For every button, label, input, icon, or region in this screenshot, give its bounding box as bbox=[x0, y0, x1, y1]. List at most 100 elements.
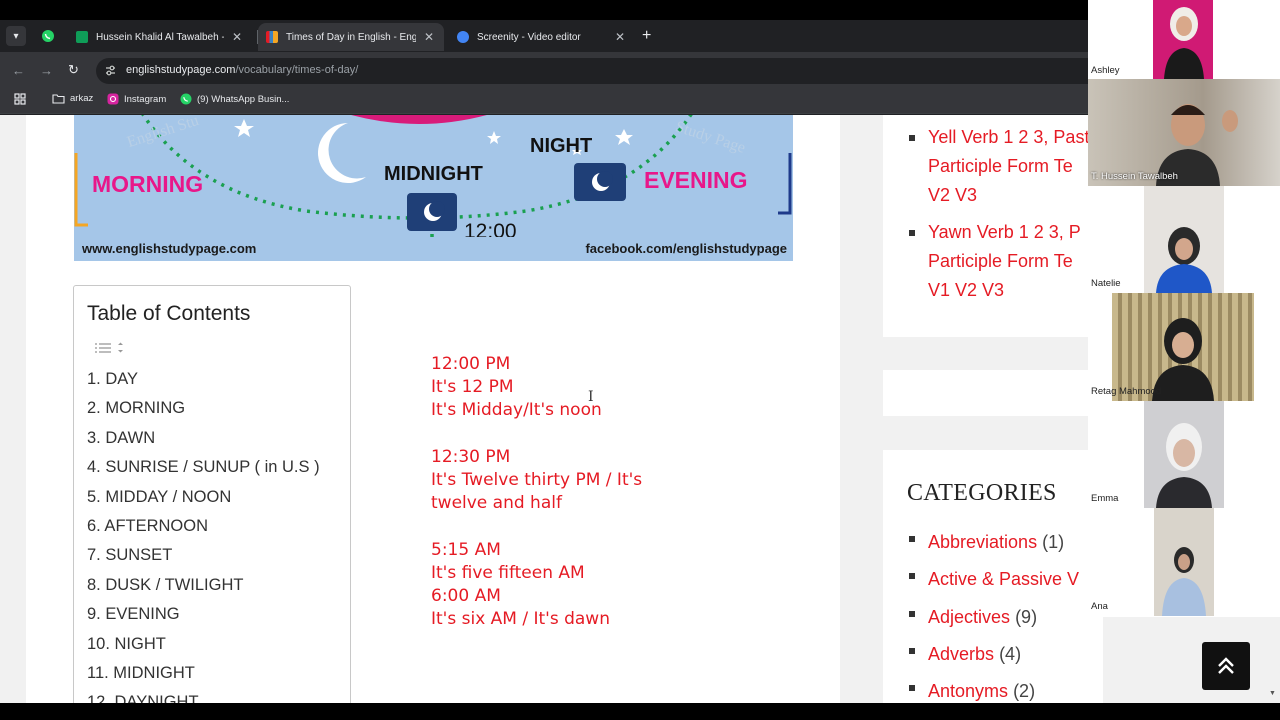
post-line: Yawn Verb 1 2 3, P bbox=[928, 222, 1081, 242]
participant-tile-hussein[interactable]: T. Hussein Tawalbeh bbox=[1088, 79, 1280, 186]
category-count: (2) bbox=[1013, 681, 1036, 702]
bookmark-instagram[interactable]: Instagram bbox=[107, 93, 166, 105]
infographic-footer: www.englishstudypage.com facebook.com/en… bbox=[74, 237, 793, 261]
video-call-panel: Ashley T. Hussein Tawalbeh Natelie Retag… bbox=[1088, 0, 1280, 617]
whatsapp-icon bbox=[180, 93, 192, 105]
time-line: 12:30 PM bbox=[431, 446, 511, 467]
tab-1[interactable]: Hussein Khalid Al Tawalbeh - Go ✕ bbox=[68, 24, 252, 50]
google-sheets-icon bbox=[76, 31, 88, 43]
new-tab-button[interactable]: + bbox=[642, 27, 651, 45]
participant-tile-ana[interactable]: Ana bbox=[1088, 508, 1280, 616]
participant-tile-retag[interactable]: Retag Mahmood bbox=[1088, 293, 1280, 401]
toc-title: Table of Contents bbox=[87, 302, 251, 325]
url-text[interactable]: englishstudypage.com/vocabulary/times-of… bbox=[126, 64, 358, 76]
category-count: (4) bbox=[999, 643, 1022, 664]
category-name: Active & Passive V bbox=[928, 569, 1080, 590]
pinned-tab-whatsapp[interactable] bbox=[38, 26, 58, 46]
participant-tile-ashley[interactable]: Ashley bbox=[1088, 0, 1280, 79]
toc-item-night[interactable]: 10. NIGHT bbox=[87, 635, 320, 664]
forward-arrow-icon[interactable]: → bbox=[40, 63, 53, 78]
person-silhouette bbox=[1164, 7, 1204, 79]
time-line: 6:00 AM bbox=[431, 585, 501, 606]
categories-list: Abbreviations (1) Active & Passive V Adj… bbox=[909, 524, 1079, 703]
title-bar bbox=[0, 0, 1088, 20]
whatsapp-icon bbox=[42, 30, 54, 42]
englishstudypage-icon bbox=[266, 31, 278, 43]
categories-title: CATEGORIES bbox=[907, 480, 1057, 506]
toc-item-dusk[interactable]: 8. DUSK / TWILIGHT bbox=[87, 576, 320, 605]
bookmark-whatsapp[interactable]: (9) WhatsApp Busin... bbox=[180, 93, 289, 105]
text-cursor-icon: I bbox=[588, 389, 594, 405]
bookmark-arkaz[interactable]: arkaz bbox=[52, 93, 93, 104]
category-count: (9) bbox=[1015, 606, 1038, 627]
instagram-icon bbox=[107, 93, 119, 105]
participant-name: Retag Mahmood bbox=[1091, 386, 1162, 397]
sidebar-empty-widget bbox=[883, 370, 1103, 416]
participant-name: T. Hussein Tawalbeh bbox=[1091, 171, 1178, 182]
category-item[interactable]: Antonyms (2) bbox=[909, 673, 1079, 703]
toc-toggle-button[interactable] bbox=[94, 342, 124, 359]
toc-item-afternoon[interactable]: 6. AFTERNOON bbox=[87, 517, 320, 546]
participant-tile-emma[interactable]: Emma bbox=[1088, 401, 1280, 508]
category-item[interactable]: Adjectives (9) bbox=[909, 599, 1079, 636]
screenity-icon bbox=[457, 31, 469, 43]
apps-grid-icon bbox=[14, 93, 26, 105]
tab-2-active[interactable]: Times of Day in English - English ✕ bbox=[258, 23, 444, 51]
tab-title: Times of Day in English - English bbox=[286, 31, 416, 43]
times-of-day-infographic: English Stu Study Page MORNING MIDNIGHT … bbox=[74, 115, 793, 261]
time-line: It's five fifteen AM bbox=[431, 562, 585, 583]
screen: ▾ Hussein Khalid Al Tawalbeh - Go ✕ Time… bbox=[0, 0, 1280, 720]
person-silhouette bbox=[1156, 423, 1212, 508]
tab-title: Screenity - Video editor bbox=[477, 31, 581, 43]
scroll-to-top-button[interactable] bbox=[1202, 642, 1250, 690]
time-line: It's six AM / It's dawn bbox=[431, 609, 610, 630]
back-arrow-icon[interactable]: ← bbox=[12, 63, 25, 78]
tab-title: Hussein Khalid Al Tawalbeh - Go bbox=[96, 31, 224, 43]
tab-3[interactable]: Screenity - Video editor ✕ bbox=[449, 24, 635, 50]
toc-item-midnight[interactable]: 11. MIDNIGHT bbox=[87, 664, 320, 693]
label-midnight: MIDNIGHT bbox=[384, 163, 483, 185]
category-item[interactable]: Active & Passive V bbox=[909, 561, 1079, 598]
toc-item-morning[interactable]: 2. MORNING bbox=[87, 399, 320, 428]
list-icon bbox=[95, 342, 123, 353]
post-line: Participle Form Te bbox=[928, 251, 1073, 271]
tab-search-button[interactable]: ▾ bbox=[6, 26, 26, 46]
close-icon[interactable]: ✕ bbox=[422, 30, 436, 44]
post-line: Participle Form Te bbox=[928, 156, 1073, 176]
toc-list: 1. DAY 2. MORNING 3. DAWN 4. SUNRISE / S… bbox=[87, 370, 320, 703]
toc-item-day[interactable]: 1. DAY bbox=[87, 370, 320, 399]
bookmark-label: Instagram bbox=[124, 93, 167, 105]
toc-item-dawn[interactable]: 3. DAWN bbox=[87, 429, 320, 458]
time-line: 12:00 PM bbox=[431, 354, 511, 374]
toc-item-evening[interactable]: 9. EVENING bbox=[87, 605, 320, 634]
time-examples: 12:00 PM It's 12 PM It's Midday/It's noo… bbox=[431, 353, 642, 631]
label-night: NIGHT bbox=[530, 135, 593, 157]
related-posts-widget: Yell Verb 1 2 3, Past Participle Form Te V… bbox=[883, 115, 1103, 337]
toc-item-sunset[interactable]: 7. SUNSET bbox=[87, 546, 320, 575]
close-icon[interactable]: ✕ bbox=[613, 30, 627, 44]
url-host: englishstudypage.com bbox=[126, 64, 236, 76]
reload-icon[interactable]: ↻ bbox=[68, 62, 79, 78]
close-icon[interactable]: ✕ bbox=[230, 30, 244, 44]
participant-name: Natelie bbox=[1091, 278, 1121, 289]
site-settings-icon[interactable] bbox=[104, 64, 118, 78]
toc-item-midday[interactable]: 5. MIDDAY / NOON bbox=[87, 488, 320, 517]
time-line: twelve and half bbox=[431, 493, 562, 514]
toc-item-daynight[interactable]: 12. DAYNIGHT bbox=[87, 693, 320, 703]
scrollbar-down-arrow[interactable]: ▼ bbox=[1269, 690, 1276, 697]
related-post-yell[interactable]: Yell Verb 1 2 3, Past Participle Form Te V… bbox=[909, 123, 1089, 210]
category-item[interactable]: Adverbs (4) bbox=[909, 636, 1079, 673]
table-of-contents: Table of Contents 1. DAY 2. MORNING 3. D… bbox=[73, 285, 351, 703]
post-line: V2 V3 bbox=[928, 185, 978, 205]
category-item[interactable]: Abbreviations (1) bbox=[909, 524, 1079, 561]
bookmark-label: (9) WhatsApp Busin... bbox=[197, 93, 290, 105]
footer-website: www.englishstudypage.com bbox=[82, 241, 257, 256]
category-name: Abbreviations bbox=[928, 532, 1038, 552]
toc-item-sunrise[interactable]: 4. SUNRISE / SUNUP ( in U.S ) bbox=[87, 458, 320, 487]
participant-name: Ana bbox=[1091, 601, 1108, 612]
time-line: It's 12 PM bbox=[431, 377, 514, 398]
participant-tile-natelie[interactable]: Natelie bbox=[1088, 186, 1280, 293]
apps-button[interactable] bbox=[14, 93, 26, 105]
related-post-yawn[interactable]: Yawn Verb 1 2 3, P Participle Form Te V1 V… bbox=[909, 218, 1089, 305]
